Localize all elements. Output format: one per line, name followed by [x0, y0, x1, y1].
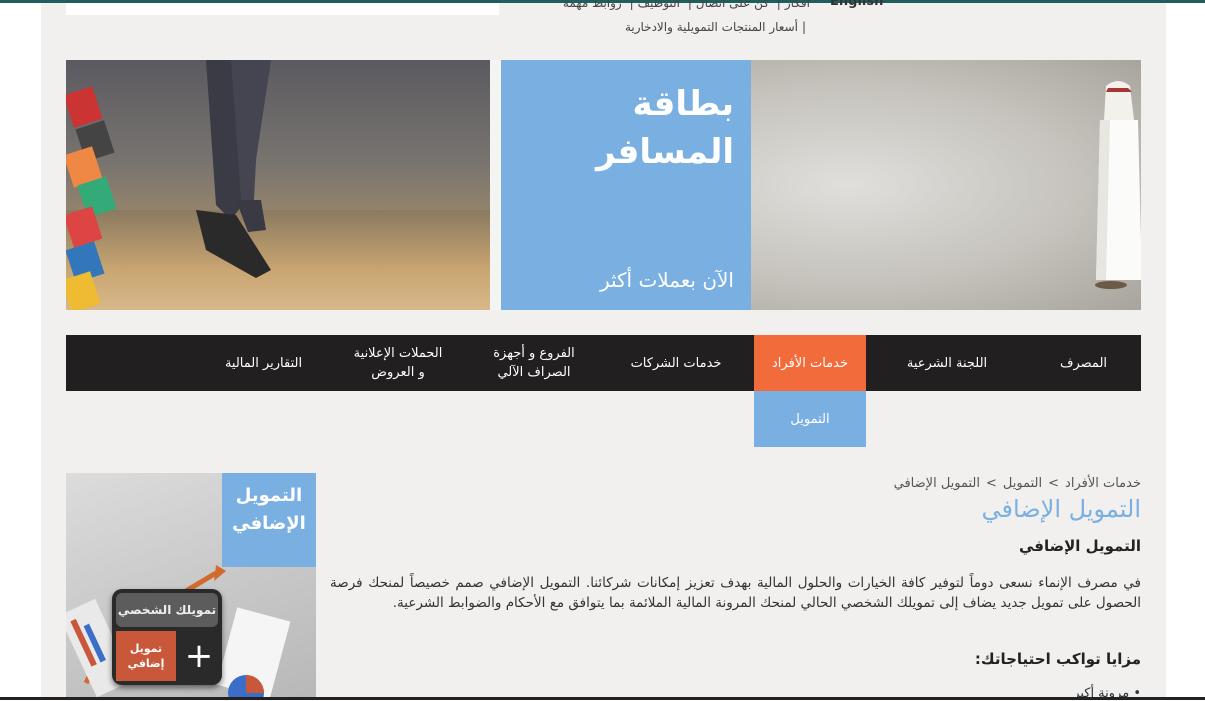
top-link-careers[interactable]: التوظيف — [638, 0, 680, 10]
top-links: أفكار| كن على اتصال| التوظيف| روابط مهمة… — [520, 0, 810, 36]
nav-item-branches-atm[interactable]: الفروع و أجهزة الصراف الآلي — [474, 335, 594, 391]
banner-subtitle: الآن بعملات أكثر — [599, 268, 734, 292]
top-links-row2: |أسعار المنتجات التمويلية والادخارية — [624, 20, 806, 34]
top-link-important[interactable]: روابط مهمة — [563, 0, 622, 10]
page-title: التمويل الإضافي — [981, 495, 1141, 523]
banner-text-panel: بطاقة المسافر الآن بعملات أكثر — [501, 60, 751, 310]
nav-item-individuals[interactable]: خدمات الأفراد — [754, 335, 866, 391]
nav-item-campaigns[interactable]: الحملات الإعلانية و العروض — [334, 335, 462, 391]
nav-item-reports-label: التقارير المالية — [224, 355, 303, 371]
currency-tiles-image — [66, 86, 117, 310]
submenu-item-financing[interactable]: التمويل — [754, 391, 866, 447]
features-heading: مزايا تواكب احتياجاتك: — [974, 650, 1141, 668]
promo-image[interactable]: التمويل الإضافي تمويلك الشخصي تمويل إضاف… — [66, 473, 316, 700]
nav-item-sharia[interactable]: اللجنة الشرعية — [886, 335, 1008, 391]
breadcrumb-separator: > — [986, 476, 997, 491]
nav-item-branches-line1: الفروع و أجهزة — [493, 346, 575, 361]
breadcrumb: خدمات الأفراد > التمويل > التمويل الإضافي — [600, 476, 1141, 491]
nav-item-corporate[interactable]: خدمات الشركات — [611, 335, 741, 391]
search-input[interactable] — [66, 3, 499, 15]
promo-title-line1: التمويل — [235, 485, 303, 506]
nav-item-bank[interactable]: المصرف — [1026, 335, 1141, 391]
promo-title-badge: التمويل الإضافي — [222, 473, 316, 567]
top-link-ideas[interactable]: أفكار — [785, 0, 810, 10]
nav-item-financial-reports[interactable]: التقارير المالية — [206, 335, 321, 391]
breadcrumb-item-current: التمويل الإضافي — [893, 476, 981, 491]
nav-item-sharia-label: اللجنة الشرعية — [906, 355, 988, 371]
banner-title: بطاقة المسافر — [596, 80, 734, 176]
breadcrumb-separator: > — [1048, 476, 1060, 491]
hero-banner[interactable]: بطاقة المسافر الآن بعملات أكثر — [66, 60, 1141, 310]
banner-photo-man — [751, 60, 1141, 310]
plus-icon: + — [184, 636, 214, 676]
nav-item-branches-line2: الصراف الآلي — [497, 365, 571, 380]
nav-item-campaigns-line1: الحملات الإعلانية — [353, 346, 443, 361]
banner-title-line1: بطاقة — [632, 84, 734, 124]
section-heading: التمويل الإضافي — [1018, 537, 1141, 555]
breadcrumb-item-individuals[interactable]: خدمات الأفراد — [1065, 476, 1141, 491]
english-link[interactable]: English — [830, 0, 883, 9]
top-link-contact[interactable]: كن على اتصال — [696, 0, 769, 10]
promo-title-line2: الإضافي — [232, 513, 306, 534]
walking-legs-image — [196, 60, 271, 278]
top-link-prices[interactable]: أسعار المنتجات التمويلية والادخارية — [625, 20, 798, 34]
banner-title-line2: المسافر — [596, 132, 734, 172]
promo-card: تمويلك الشخصي تمويل إضافي + — [112, 589, 222, 685]
nav-item-corporate-label: خدمات الشركات — [630, 355, 722, 371]
intro-paragraph: في مصرف الإنماء نسعى دوماً لتوفير كافة ا… — [330, 575, 1141, 611]
banner-photo-walking — [66, 60, 490, 310]
nav-item-individuals-label: خدمات الأفراد — [772, 355, 848, 371]
man-figure-image — [1095, 81, 1141, 289]
promo-card-label-line1: تمويل — [129, 642, 163, 655]
nav-item-campaigns-line2: و العروض — [371, 365, 425, 380]
nav-item-bank-label: المصرف — [1060, 355, 1108, 371]
promo-card-title: تمويلك الشخصي — [116, 593, 218, 627]
top-links-row1: أفكار| كن على اتصال| التوظيف| روابط مهمة — [520, 0, 810, 12]
banner-divider — [490, 60, 501, 310]
main-navigation: المصرف اللجنة الشرعية خدمات الأفراد خدما… — [66, 335, 1141, 391]
breadcrumb-item-financing[interactable]: التمويل — [1003, 476, 1042, 491]
promo-card-label-line2: إضافي — [127, 657, 165, 670]
promo-card-label: تمويل إضافي — [116, 631, 176, 681]
